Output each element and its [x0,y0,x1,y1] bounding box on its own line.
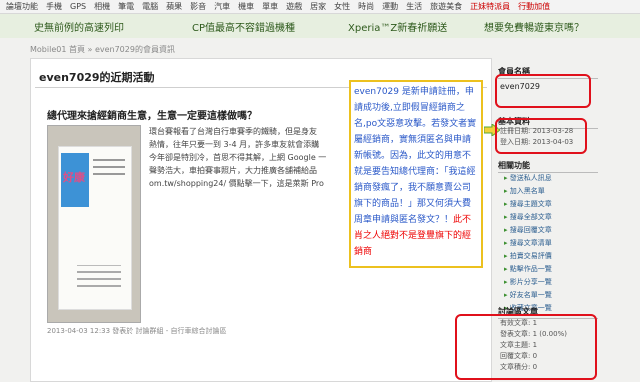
nav-item-event[interactable]: 行動加值 [514,1,554,12]
nav-item-home[interactable]: 居家 [306,1,330,12]
card-logo: 好康 [63,171,85,184]
nav-item-women[interactable]: 女性 [330,1,354,12]
promo-link-1[interactable]: 史無前例的高速列印 [34,19,124,34]
nav-item-apple[interactable]: 蘋果 [162,1,186,12]
nav-item-motorcycle[interactable]: 機車 [234,1,258,12]
top-navigation-bar: 論壇功能 手機 GPS 相機 筆電 電腦 蘋果 影音 汽車 機車 單車 遊戲 居… [0,0,640,14]
functions-list: 發送私人訊息 加入黑名單 搜尋主題文章 搜尋全部文章 搜尋回覆文章 搜尋文章清單… [504,172,552,315]
nav-item-travel[interactable]: 旅遊美食 [426,1,466,12]
highlight-forum-stats [455,314,597,380]
business-card-image: 好康 [58,146,132,310]
nav-item-computer[interactable]: 電腦 [138,1,162,12]
nav-item-av[interactable]: 影音 [186,1,210,12]
nav-item-games[interactable]: 遊戲 [282,1,306,12]
function-videos[interactable]: 影片分享一覽 [504,276,552,289]
promo-link-4[interactable]: 想要免費暢遊東京嗎？ [484,19,584,34]
annotation-text: even7029 是新申請註冊，申請成功後,立即假冒經銷商之名,po文惡意攻擊。… [354,87,477,225]
function-search-all[interactable]: 搜尋全部文章 [504,211,552,224]
function-works[interactable]: 點擊作品一覽 [504,263,552,276]
breadcrumb[interactable]: Mobile01 首頁 » even7029的會員資訊 [30,44,175,55]
nav-item-phone[interactable]: 手機 [42,1,66,12]
nav-item-gps[interactable]: GPS [66,2,90,11]
function-friends[interactable]: 好友名單一覽 [504,289,552,302]
nav-item-sports[interactable]: 運動 [378,1,402,12]
promo-bar: 史無前例的高速列印 CP值最高不容錯過機種 Xperia™Z新春祈願送 想要免費… [0,14,640,38]
function-add-blacklist[interactable]: 加入黑名單 [504,185,552,198]
nav-item-car[interactable]: 汽車 [210,1,234,12]
highlight-member-name [495,74,591,108]
function-search-topics[interactable]: 搜尋主題文章 [504,198,552,211]
post-meta: 2013-04-03 12:33 發表於 討論群組 - 自行車綜合討論區 [47,327,227,335]
function-trade-rating[interactable]: 拍賣交易評價 [504,250,552,263]
nav-item-fashion[interactable]: 時尚 [354,1,378,12]
function-search-list[interactable]: 搜尋文章清單 [504,237,552,250]
promo-link-3[interactable]: Xperia™Z新春祈願送 [348,19,447,34]
card-footer-lines [77,265,121,295]
card-text-lines [93,159,125,180]
nav-item-forum[interactable]: 論壇功能 [2,1,42,12]
nav-item-notebook[interactable]: 筆電 [114,1,138,12]
nav-item-hot[interactable]: 正妹特派員 [466,1,514,12]
function-search-replies[interactable]: 搜尋回覆文章 [504,224,552,237]
nav-item-camera[interactable]: 相機 [90,1,114,12]
nav-item-bicycle[interactable]: 單車 [258,1,282,12]
post-title-link[interactable]: 總代理來搶經銷商生意，生意一定要這樣做嗎？ [47,107,257,122]
post-thumbnail[interactable]: 好康 [47,125,141,323]
annotation-box: even7029 是新申請註冊，申請成功後,立即假冒經銷商之名,po文惡意攻擊。… [349,80,483,268]
highlight-basic-info [495,118,587,154]
promo-link-2[interactable]: CP值最高不容錯過機種 [192,19,295,34]
page-title: even7029的近期活動 [39,71,155,84]
function-send-message[interactable]: 發送私人訊息 [504,172,552,185]
nav-item-life[interactable]: 生活 [402,1,426,12]
